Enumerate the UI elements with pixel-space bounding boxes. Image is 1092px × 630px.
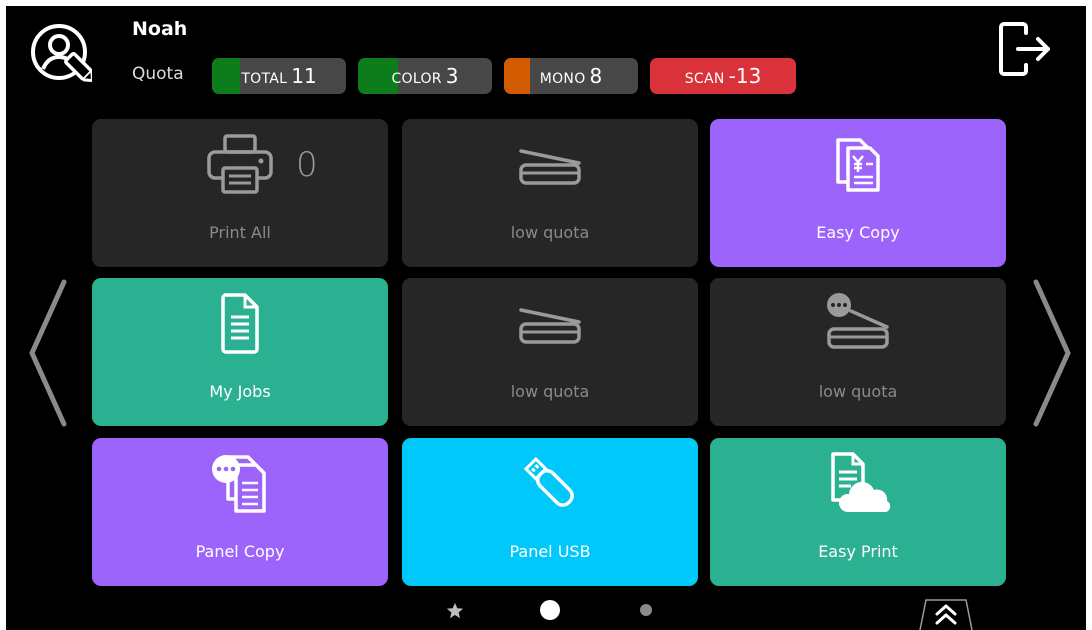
quota-color-label: COLOR bbox=[391, 71, 442, 87]
scanner-more-icon bbox=[827, 293, 889, 349]
tile-label: My Jobs bbox=[209, 382, 271, 401]
expand-up-chevron-icon[interactable] bbox=[918, 596, 974, 630]
tile-easy-copy[interactable]: Easy Copy bbox=[710, 119, 1006, 267]
home-screen: Noah Quota TOTAL 11 COLOR 3 MONO 8 SCAN -13 bbox=[6, 6, 1086, 630]
user-name: Noah bbox=[132, 18, 188, 40]
tile-label: low quota bbox=[510, 382, 590, 401]
previous-page-arrow-icon[interactable] bbox=[26, 278, 68, 428]
quota-mono-label: MONO bbox=[539, 71, 586, 87]
tile-label: Print All bbox=[209, 223, 271, 242]
tile-scan-low-quota-1[interactable]: low quota bbox=[402, 119, 698, 267]
quota-color-value: 3 bbox=[445, 64, 459, 88]
tile-easy-print[interactable]: Easy Print bbox=[710, 438, 1006, 586]
quota-scan-badge: SCAN -13 bbox=[650, 58, 796, 94]
user-avatar-edit-icon[interactable] bbox=[30, 21, 92, 83]
tile-print-all[interactable]: 0 Print All bbox=[92, 119, 388, 267]
tile-label: low quota bbox=[510, 223, 590, 242]
quota-total-badge: TOTAL 11 bbox=[212, 58, 346, 94]
quota-scan-value: -13 bbox=[728, 64, 762, 88]
cloud-print-icon bbox=[831, 452, 891, 512]
tile-label: Panel Copy bbox=[195, 542, 285, 561]
copy-document-icon bbox=[836, 138, 880, 192]
tile-label: low quota bbox=[818, 382, 898, 401]
quota-scan-label: SCAN bbox=[684, 71, 725, 87]
page-indicator[interactable] bbox=[640, 604, 652, 616]
page-indicator-current[interactable] bbox=[540, 600, 560, 620]
scanner-icon bbox=[519, 149, 581, 185]
tile-panel-usb[interactable]: Panel USB bbox=[402, 438, 698, 586]
printer-icon bbox=[207, 134, 273, 194]
quota-mono-badge: MONO 8 bbox=[504, 58, 638, 94]
logout-icon[interactable] bbox=[996, 21, 1054, 77]
quota-mono-value: 8 bbox=[589, 64, 603, 88]
tile-label: Panel USB bbox=[509, 542, 591, 561]
print-job-count: 0 bbox=[296, 145, 318, 185]
next-page-arrow-icon[interactable] bbox=[1032, 278, 1074, 428]
quota-label: Quota bbox=[132, 64, 184, 84]
page-favorites-star-icon[interactable] bbox=[446, 602, 464, 620]
tile-scan-low-quota-2[interactable]: low quota bbox=[402, 278, 698, 426]
scanner-icon bbox=[519, 308, 581, 344]
quota-color-badge: COLOR 3 bbox=[358, 58, 492, 94]
tile-my-jobs[interactable]: My Jobs bbox=[92, 278, 388, 426]
copy-more-icon bbox=[212, 455, 266, 513]
tile-scan-low-quota-3[interactable]: low quota bbox=[710, 278, 1006, 426]
tile-label: Easy Print bbox=[818, 542, 898, 561]
quota-total-label: TOTAL bbox=[241, 71, 288, 87]
tile-label: Easy Copy bbox=[816, 223, 900, 242]
tile-panel-copy[interactable]: Panel Copy bbox=[92, 438, 388, 586]
document-icon bbox=[221, 293, 259, 354]
usb-icon bbox=[523, 456, 574, 507]
quota-total-value: 11 bbox=[291, 64, 317, 88]
